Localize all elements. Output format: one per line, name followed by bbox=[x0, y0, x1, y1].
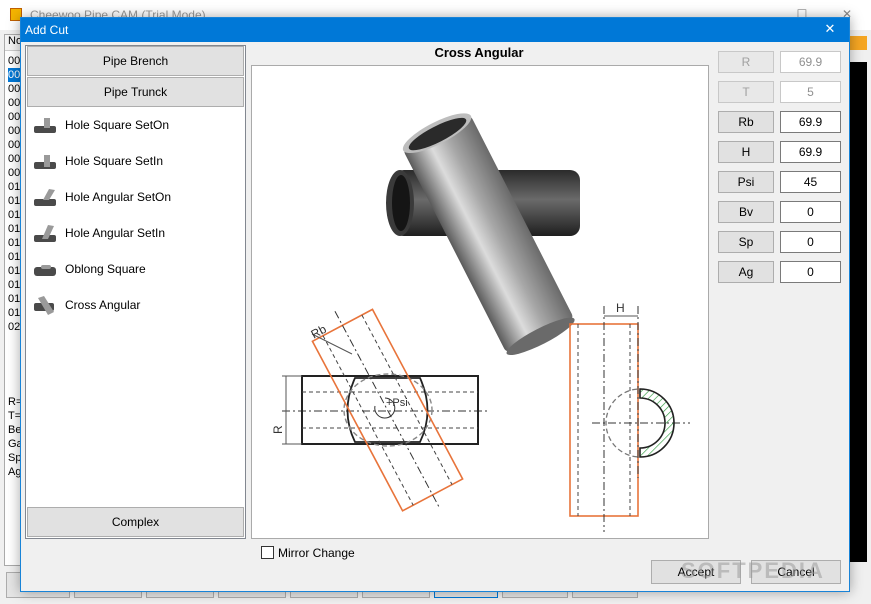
param-button-sp[interactable]: Sp bbox=[718, 231, 774, 253]
cut-preview-title: Cross Angular bbox=[434, 45, 524, 60]
mirror-change-checkbox[interactable] bbox=[261, 546, 274, 559]
param-field-rb[interactable]: 69.9 bbox=[780, 111, 841, 133]
cut-item-hole-angular-seton[interactable]: Hole Angular SetOn bbox=[32, 186, 232, 210]
dimension-label-r: R bbox=[271, 425, 285, 434]
cut-item-label: Hole Angular SetIn bbox=[65, 226, 166, 240]
viewport-panel bbox=[849, 62, 867, 562]
cut-item-label: Oblong Square bbox=[65, 262, 146, 276]
pipe-hole-angular-seton-icon bbox=[34, 189, 56, 206]
pipe-trunk-button[interactable]: Pipe Trunck bbox=[27, 77, 244, 107]
add-cut-dialog: Add Cut Pipe Brench Pipe Trunck Hole Squ… bbox=[20, 17, 850, 592]
cut-item-hole-square-seton[interactable]: Hole Square SetOn bbox=[32, 114, 232, 138]
cut-item-hole-angular-setin[interactable]: Hole Angular SetIn bbox=[32, 222, 232, 246]
dimension-label-h: H bbox=[616, 301, 625, 315]
param-field-bv[interactable]: 0 bbox=[780, 201, 841, 223]
status-indicator bbox=[849, 36, 867, 50]
param-field-t[interactable]: 5 bbox=[780, 81, 841, 103]
cut-item-label: Cross Angular bbox=[65, 298, 141, 312]
cut-item-label: Hole Angular SetOn bbox=[65, 190, 172, 204]
param-field-r[interactable]: 69.9 bbox=[780, 51, 841, 73]
param-field-sp[interactable]: 0 bbox=[780, 231, 841, 253]
param-button-t[interactable]: T bbox=[718, 81, 774, 103]
cut-item-hole-square-setin[interactable]: Hole Square SetIn bbox=[32, 150, 232, 174]
param-button-rb[interactable]: Rb bbox=[718, 111, 774, 133]
dialog-titlebar[interactable]: Add Cut bbox=[21, 18, 849, 42]
param-button-ag[interactable]: Ag bbox=[718, 261, 774, 283]
dimension-label-rb: Rb bbox=[309, 322, 329, 342]
cut-item-label: Hole Square SetIn bbox=[65, 154, 164, 168]
cut-item-label: Hole Square SetOn bbox=[65, 118, 170, 132]
param-field-ag[interactable]: 0 bbox=[780, 261, 841, 283]
cancel-button[interactable]: Cancel bbox=[751, 560, 841, 584]
pipe-hole-square-seton-icon bbox=[34, 118, 56, 133]
param-button-h[interactable]: H bbox=[718, 141, 774, 163]
param-button-r[interactable]: R bbox=[718, 51, 774, 73]
pipe-branch-button[interactable]: Pipe Brench bbox=[27, 46, 244, 76]
pipe-hole-square-setin-icon bbox=[34, 155, 56, 169]
pipe-3d-render bbox=[386, 113, 580, 356]
cross-angular-diagram: Rb R +Psi H bbox=[271, 113, 690, 532]
mirror-change-label[interactable]: Mirror Change bbox=[278, 546, 355, 560]
param-button-psi[interactable]: Psi bbox=[718, 171, 774, 193]
accept-button[interactable]: Accept bbox=[651, 560, 741, 584]
pipe-cross-angular-icon bbox=[34, 296, 54, 315]
dialog-close-button[interactable]: ✕ bbox=[810, 17, 850, 41]
dialog-title: Add Cut bbox=[25, 23, 69, 37]
cut-item-oblong-square[interactable]: Oblong Square bbox=[32, 258, 232, 282]
param-field-h[interactable]: 69.9 bbox=[780, 141, 841, 163]
front-view-drawing bbox=[569, 306, 690, 532]
cut-type-panel: Pipe Brench Pipe Trunck Hole Square SetO… bbox=[25, 45, 246, 539]
close-icon: ✕ bbox=[824, 21, 836, 36]
param-button-bv[interactable]: Bv bbox=[718, 201, 774, 223]
cut-item-cross-angular[interactable]: Cross Angular bbox=[32, 294, 232, 318]
param-field-psi[interactable]: 45 bbox=[780, 171, 841, 193]
cut-preview-drawing: Rb R +Psi H bbox=[251, 65, 709, 539]
pipe-oblong-square-icon bbox=[34, 265, 56, 276]
angle-label-psi: +Psi bbox=[386, 397, 408, 409]
pipe-hole-angular-setin-icon bbox=[34, 225, 56, 242]
complex-button[interactable]: Complex bbox=[27, 507, 244, 537]
